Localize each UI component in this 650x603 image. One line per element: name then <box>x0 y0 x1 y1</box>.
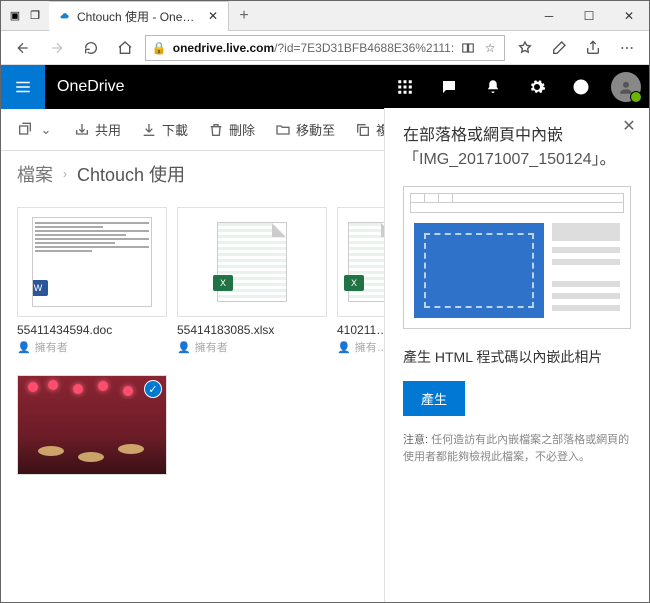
file-item[interactable]: X 55414183085.xlsx 👤擁有者 <box>177 207 327 355</box>
download-icon <box>141 122 157 138</box>
chevron-down-icon: ⌄ <box>38 122 54 138</box>
onedrive-tab-icon <box>57 9 71 23</box>
lock-icon: 🔒 <box>152 41 167 55</box>
forward-button[interactable] <box>43 34 71 62</box>
panel-subtitle: 產生 HTML 程式碼以內嵌此相片 <box>403 347 631 367</box>
open-icon <box>17 122 33 138</box>
word-icon: W <box>32 280 48 296</box>
tab-title: Chtouch 使用 - OneDri… <box>77 8 200 25</box>
file-meta: 👤擁有者 <box>17 337 167 355</box>
people-icon: 👤 <box>337 341 351 354</box>
people-icon: 👤 <box>17 341 31 354</box>
embed-preview-illustration <box>403 186 631 329</box>
chat-icon[interactable] <box>427 65 471 109</box>
file-item-selected[interactable]: ✓ <box>17 375 167 475</box>
panel-note: 注意: 任何造訪有此內嵌檔案之部落格或網頁的使用者都能夠檢視此檔案，不必登入。 <box>403 432 631 465</box>
file-item[interactable]: W 55411434594.doc 👤擁有者 <box>17 207 167 355</box>
share-icon <box>74 122 90 138</box>
panel-title: 在部落格或網頁中內嵌 「IMG_20171007_150124」。 <box>403 124 631 172</box>
window-titlebar: ▣ ❐ Chtouch 使用 - OneDri… ✕ + ─ ☐ ✕ <box>1 1 649 31</box>
window-maximize-button[interactable]: ☐ <box>569 1 609 31</box>
chevron-right-icon: › <box>63 167 67 181</box>
reading-view-icon[interactable] <box>460 40 476 56</box>
file-name: 55411434594.doc <box>17 317 167 337</box>
selected-check-icon[interactable]: ✓ <box>144 380 162 398</box>
app-launcher-button[interactable] <box>1 65 45 109</box>
breadcrumb-root[interactable]: 檔案 <box>17 161 53 187</box>
open-button[interactable]: ⌄ <box>9 118 62 142</box>
settings-icon[interactable] <box>515 65 559 109</box>
embed-panel: ✕ 在部落格或網頁中內嵌 「IMG_20171007_150124」。 產生 H… <box>384 108 649 602</box>
refresh-button[interactable] <box>77 34 105 62</box>
move-command[interactable]: 移動至 <box>267 116 343 143</box>
download-command[interactable]: 下載 <box>133 116 196 143</box>
home-button[interactable] <box>111 34 139 62</box>
generate-button[interactable]: 產生 <box>403 381 465 416</box>
move-icon <box>275 122 291 138</box>
window-icon[interactable]: ❐ <box>27 8 43 24</box>
window-close-button[interactable]: ✕ <box>609 1 649 31</box>
people-icon: 👤 <box>177 341 191 354</box>
url-text: onedrive.live.com/?id=7E3D31BFB4688E36%2… <box>173 41 454 55</box>
window-minimize-button[interactable]: ─ <box>529 1 569 31</box>
more-button[interactable] <box>613 34 641 62</box>
app-brand: OneDrive <box>45 78 137 96</box>
help-icon[interactable] <box>559 65 603 109</box>
excel-icon: X <box>344 275 364 291</box>
file-thumbnail: W <box>17 207 167 317</box>
user-avatar[interactable] <box>611 72 641 102</box>
delete-icon <box>208 122 224 138</box>
browser-navbar: 🔒 onedrive.live.com/?id=7E3D31BFB4688E36… <box>1 31 649 65</box>
file-name: 55414183085.xlsx <box>177 317 327 337</box>
excel-icon: X <box>213 275 233 291</box>
app-header: OneDrive <box>1 65 649 109</box>
file-thumbnail: X <box>177 207 327 317</box>
back-button[interactable] <box>9 34 37 62</box>
copy-icon <box>355 122 371 138</box>
file-meta: 👤擁有者 <box>177 337 327 355</box>
hub-button[interactable] <box>511 34 539 62</box>
breadcrumb-current: Chtouch 使用 <box>77 161 185 187</box>
share-command[interactable]: 共用 <box>66 116 129 143</box>
image-thumbnail: ✓ <box>17 375 167 475</box>
panel-close-button[interactable]: ✕ <box>619 116 639 136</box>
apps-icon[interactable] <box>383 65 427 109</box>
address-bar[interactable]: 🔒 onedrive.live.com/?id=7E3D31BFB4688E36… <box>145 35 505 61</box>
tab-close-button[interactable]: ✕ <box>206 9 220 23</box>
browser-tab[interactable]: Chtouch 使用 - OneDri… ✕ <box>49 1 229 31</box>
share-button[interactable] <box>579 34 607 62</box>
delete-command[interactable]: 刪除 <box>200 116 263 143</box>
new-tab-button[interactable]: + <box>229 7 259 25</box>
notifications-icon[interactable] <box>471 65 515 109</box>
taskview-icon[interactable]: ▣ <box>7 8 23 24</box>
notes-button[interactable] <box>545 34 573 62</box>
favorite-icon[interactable]: ☆ <box>482 40 498 56</box>
